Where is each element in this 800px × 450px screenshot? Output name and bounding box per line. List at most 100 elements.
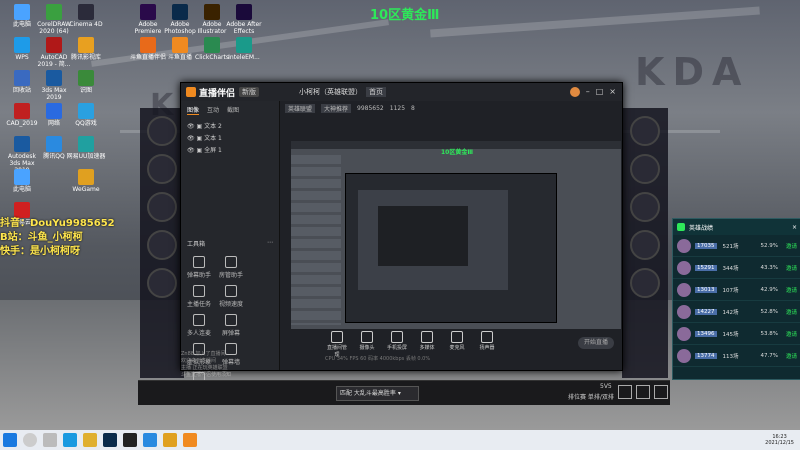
champion-slot[interactable] xyxy=(630,230,660,260)
desktop-icon[interactable]: Cinema 4D xyxy=(66,4,106,28)
champion-slot[interactable] xyxy=(630,192,660,222)
app-icon xyxy=(236,37,252,53)
app-icon xyxy=(236,4,252,20)
qq-icon[interactable] xyxy=(143,433,157,447)
bottom-tool-item[interactable]: 麦克风 xyxy=(445,331,469,358)
games-count: 113场 xyxy=(722,353,739,360)
invite-link[interactable]: 邀请 xyxy=(786,352,797,360)
invite-link[interactable]: 邀请 xyxy=(786,264,797,272)
minimize-icon[interactable]: – xyxy=(586,87,590,97)
bottom-tool-icon xyxy=(331,331,343,343)
tab-interact[interactable]: 互动 xyxy=(207,105,219,115)
source-item[interactable]: 👁 ▣ 文本 1 xyxy=(187,133,273,145)
tool-item[interactable]: 房管助手 xyxy=(216,256,246,279)
windows-start-icon[interactable] xyxy=(3,433,17,447)
champion-slot[interactable] xyxy=(147,154,177,184)
champion-slot[interactable] xyxy=(630,116,660,146)
hero-record-row: 15291 344场 43.3% 邀请 xyxy=(673,257,800,279)
stream-preview[interactable]: 10区黄金Ⅲ xyxy=(291,141,621,329)
douyu-companion-icon[interactable] xyxy=(183,433,197,447)
photoshop-icon[interactable] xyxy=(103,433,117,447)
desktop-icon[interactable]: 此电脑 xyxy=(2,169,42,193)
hero-record-title: 英雄战绩 xyxy=(689,224,714,232)
desktop-icon-label: 网易UU加速器 xyxy=(66,153,106,160)
games-count: 145场 xyxy=(722,331,739,338)
chat-notice[interactable]: 斗鱼直播伴侣使用须知 xyxy=(181,372,281,379)
tool-item[interactable]: 主播任务 xyxy=(184,285,214,308)
desktop-icon-label: Adobe After Effects xyxy=(226,21,262,35)
bottom-tool-label: 扬声器 xyxy=(479,345,495,351)
bottom-tool-item[interactable]: 手机投屏 xyxy=(385,331,409,358)
wegame-icon[interactable] xyxy=(163,433,177,447)
champion-slot[interactable] xyxy=(630,268,660,298)
clock[interactable]: 16:23 2021/12/15 xyxy=(765,434,800,446)
preview-rank-title: 10区黄金Ⅲ xyxy=(441,149,474,156)
source-item[interactable]: 👁 ▣ 文本 2 xyxy=(187,121,273,133)
champion-slot[interactable] xyxy=(630,154,660,184)
desktop-icon[interactable]: InteleEM... xyxy=(224,37,264,61)
close-icon[interactable]: × xyxy=(609,87,616,97)
left-tabs: 图像 互动 截图 xyxy=(181,101,279,119)
hero-record-panel: 英雄战绩 × 17035 521场 52.9% 邀请 15291 344场 43.3% 邀请 1… xyxy=(672,218,800,380)
game-bottom-bar: 匹配 大乱斗最高胜率 ▾ 5V5 排位赛 单排/双排 xyxy=(138,380,670,405)
tool-item[interactable]: 视频速度 xyxy=(216,285,246,308)
more-icon[interactable]: ⋯ xyxy=(267,239,273,248)
desktop-icon[interactable]: 识图 xyxy=(66,70,106,94)
tool-item[interactable]: 屏弹幕 xyxy=(216,314,246,337)
tab-screenshot[interactable]: 截图 xyxy=(227,105,239,115)
category-badge[interactable]: 英雄联盟 xyxy=(285,104,316,113)
champion-slot[interactable] xyxy=(147,268,177,298)
desktop-icon[interactable]: 网易UU加速器 xyxy=(66,136,106,160)
folder-icon[interactable] xyxy=(83,433,97,447)
desktop-icon[interactable]: 腾讯影视库 xyxy=(66,37,106,61)
win-rate: 52.8% xyxy=(760,308,778,315)
task-view-icon[interactable] xyxy=(43,433,57,447)
champion-slot[interactable] xyxy=(147,230,177,260)
app-icon xyxy=(14,70,30,86)
desktop-icon[interactable]: WeGame xyxy=(66,169,106,193)
invite-link[interactable]: 邀请 xyxy=(786,330,797,338)
bottom-tool-item[interactable]: 直播间管理 xyxy=(325,331,349,358)
app-icon xyxy=(78,37,94,53)
app-icon xyxy=(78,70,94,86)
desktop-icon-label: QQ游戏 xyxy=(75,120,97,127)
bottom-tool-item[interactable]: 多媒体 xyxy=(415,331,439,358)
tool-item[interactable]: 弹幕助手 xyxy=(184,256,214,279)
chat-icon[interactable] xyxy=(618,385,632,399)
start-live-button[interactable]: 开始直播 xyxy=(578,337,614,349)
desktop-icon[interactable]: Adobe After Effects xyxy=(224,4,264,35)
source-item[interactable]: 👁 ▣ 全屏 1 xyxy=(187,145,273,157)
settings-icon[interactable] xyxy=(654,385,668,399)
friends-icon[interactable] xyxy=(636,385,650,399)
desktop-icon-label: WeGame xyxy=(72,186,100,193)
champion-slot[interactable] xyxy=(147,116,177,146)
mode-select[interactable]: 匹配 大乱斗最高胜率 ▾ xyxy=(336,386,419,401)
avatar[interactable] xyxy=(569,87,580,97)
stream-title[interactable]: 小柯柯（英雄联盟） xyxy=(299,87,362,97)
invite-link[interactable]: 邀请 xyxy=(786,308,797,316)
tool-icon xyxy=(193,285,205,297)
invite-link[interactable]: 邀请 xyxy=(786,286,797,294)
bottom-tool-item[interactable]: 摄像头 xyxy=(355,331,379,358)
edge-icon[interactable] xyxy=(63,433,77,447)
close-icon[interactable]: × xyxy=(792,224,797,231)
stream-badge[interactable]: 首页 xyxy=(366,87,387,97)
champion-slot[interactable] xyxy=(147,192,177,222)
maximize-icon[interactable]: □ xyxy=(596,87,604,97)
app-icon xyxy=(46,4,62,20)
subcategory-badge[interactable]: 大神推荐 xyxy=(321,104,352,113)
capcut-icon[interactable] xyxy=(123,433,137,447)
app-brand-badge[interactable]: 新版 xyxy=(239,87,260,97)
search-icon[interactable] xyxy=(23,433,37,447)
score-badge: 13013 xyxy=(695,286,717,293)
win-rate: 43.3% xyxy=(760,264,778,271)
tool-item[interactable]: 多人连麦 xyxy=(184,314,214,337)
hero-icon xyxy=(677,223,685,231)
invite-link[interactable]: 邀请 xyxy=(786,242,797,250)
bottom-tool-item[interactable]: 扬声器 xyxy=(475,331,499,358)
app-icon xyxy=(78,4,94,20)
desktop-icon-label: InteleEM... xyxy=(228,54,260,61)
tab-image[interactable]: 图像 xyxy=(187,105,200,115)
score-badge: 17035 xyxy=(695,242,717,249)
desktop-icon[interactable]: QQ游戏 xyxy=(66,103,106,127)
